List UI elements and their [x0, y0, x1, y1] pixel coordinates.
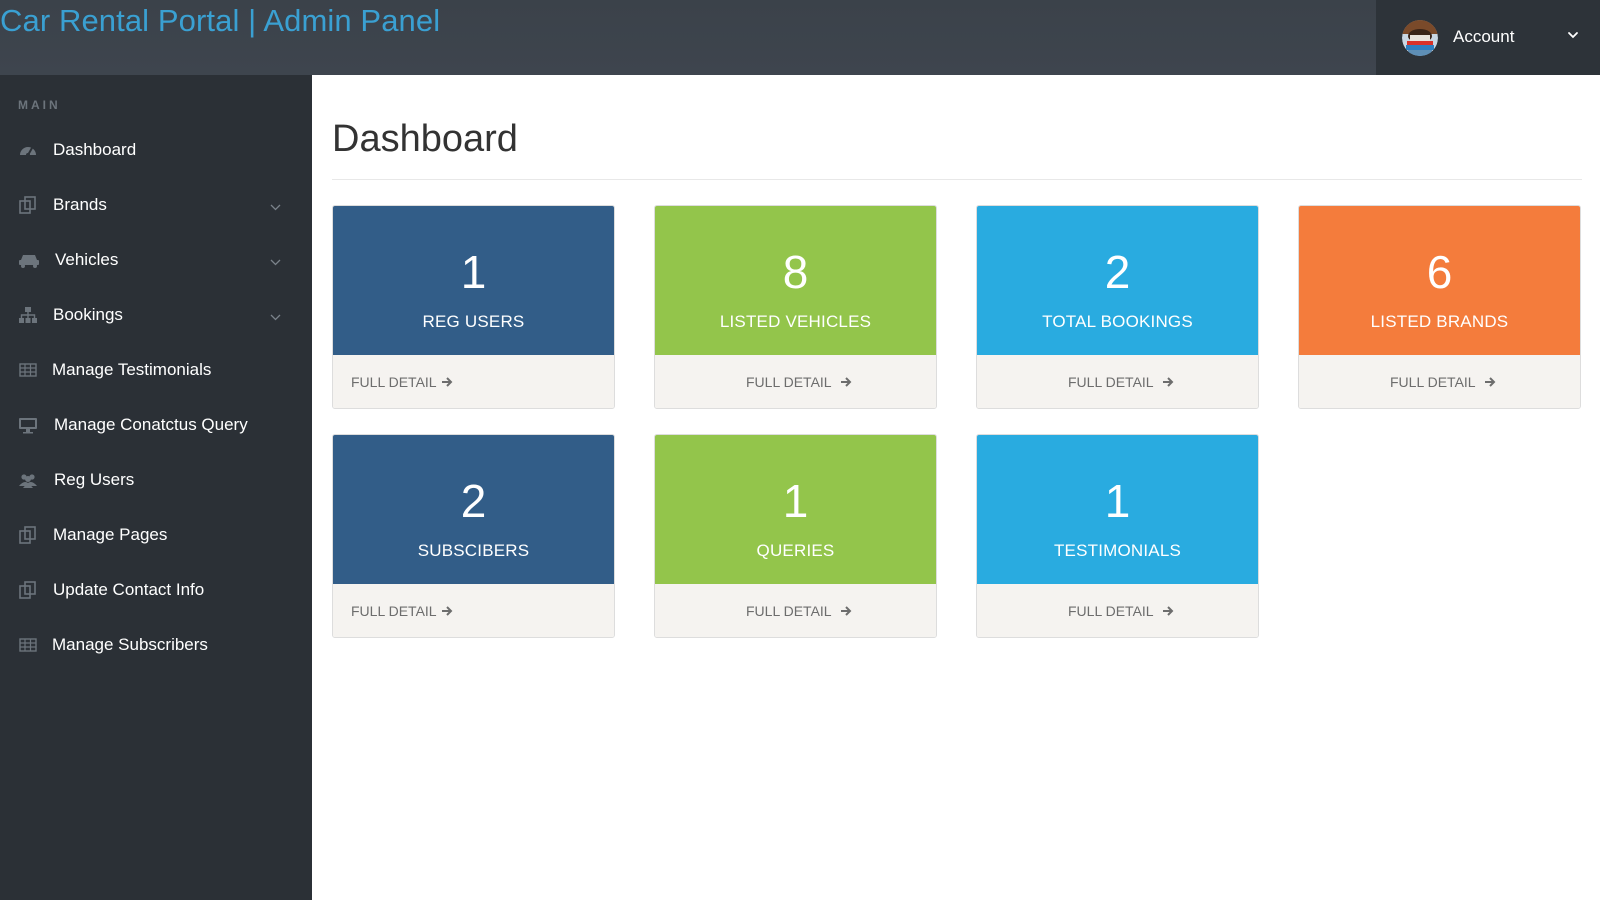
user-avatar: [1402, 20, 1438, 56]
stat-count: 2: [460, 475, 487, 527]
title-divider: [332, 179, 1582, 180]
sidebar-item-label: Vehicles: [55, 250, 119, 269]
sidebar-item-label: Dashboard: [53, 140, 137, 159]
sidebar-item-vehicles[interactable]: Vehicles: [0, 233, 312, 288]
sidebar-item-reg-users[interactable]: Reg Users: [0, 453, 312, 508]
arrow-right-icon: [441, 606, 453, 616]
full-detail-label: FULL DETAIL: [1068, 374, 1154, 390]
stat-count: 1: [782, 475, 809, 527]
full-detail-link[interactable]: FULL DETAIL: [655, 584, 936, 637]
users-icon: [18, 471, 38, 489]
sidebar-item-manage-contactus-query[interactable]: Manage Conatctus Query: [0, 398, 312, 453]
sidebar-item-label: Bookings: [53, 305, 123, 324]
stat-label: REG USERS: [422, 312, 525, 331]
sidebar-item-label: Manage Pages: [53, 525, 168, 544]
full-detail-label: FULL DETAIL: [351, 374, 437, 390]
sidebar-item-label: Brands: [53, 195, 107, 214]
sidebar-item-label: Manage Subscribers: [52, 635, 208, 654]
sidebar-heading: MAIN: [18, 98, 61, 112]
sidebar-item-manage-testimonials[interactable]: Manage Testimonials: [0, 343, 312, 398]
stat-card-total-bookings: 2 TOTAL BOOKINGS FULL DETAIL: [976, 205, 1259, 409]
stat-label: LISTED VEHICLES: [719, 312, 872, 331]
stat-card-subscribers: 2 SUBSCIBERS FULL DETAIL: [332, 434, 615, 638]
stat-count: 2: [1104, 246, 1131, 298]
stat-label: LISTED BRANDS: [1370, 312, 1509, 331]
chevron-down-icon: [270, 310, 281, 321]
full-detail-label: FULL DETAIL: [1390, 374, 1476, 390]
stat-card-body: 1 QUERIES: [655, 435, 936, 584]
stat-count: 1: [1104, 475, 1131, 527]
files-icon: [18, 196, 38, 214]
table-icon: [18, 636, 38, 654]
top-navbar: Car Rental Portal | Admin Panel Account: [0, 0, 1600, 75]
arrow-right-icon: [1162, 606, 1174, 616]
full-detail-link[interactable]: FULL DETAIL: [333, 355, 614, 408]
stat-card-body: 1 REG USERS: [333, 206, 614, 355]
stat-label: TESTIMONIALS: [1053, 541, 1182, 560]
sidebar-item-dashboard[interactable]: Dashboard: [0, 123, 312, 178]
stat-label: QUERIES: [756, 541, 835, 560]
dashboard-icon: [18, 141, 38, 159]
car-icon: [18, 251, 39, 269]
full-detail-label: FULL DETAIL: [746, 374, 832, 390]
sidebar-item-label: Manage Conatctus Query: [54, 415, 248, 434]
sidebar-menu: Dashboard Brands Vehicles Bookings Manag…: [0, 123, 312, 673]
sidebar-item-bookings[interactable]: Bookings: [0, 288, 312, 343]
chevron-down-icon: [270, 255, 281, 266]
full-detail-link[interactable]: FULL DETAIL: [1299, 355, 1580, 408]
full-detail-label: FULL DETAIL: [746, 603, 832, 619]
full-detail-label: FULL DETAIL: [1068, 603, 1154, 619]
files-icon: [18, 526, 38, 544]
full-detail-label: FULL DETAIL: [351, 603, 437, 619]
arrow-right-icon: [840, 606, 852, 616]
chevron-down-icon: [270, 200, 281, 211]
stat-count: 1: [460, 246, 487, 298]
arrow-right-icon: [1484, 377, 1496, 387]
stat-card-body: 6 LISTED BRANDS: [1299, 206, 1580, 355]
full-detail-link[interactable]: FULL DETAIL: [333, 584, 614, 637]
brand-title-link[interactable]: Car Rental Portal | Admin Panel: [0, 3, 440, 39]
account-dropdown[interactable]: Account: [1376, 0, 1600, 75]
main-content: Dashboard 1 REG USERS FULL DETAIL 8 LIST…: [312, 75, 1600, 900]
sidebar-item-update-contact-info[interactable]: Update Contact Info: [0, 563, 312, 618]
full-detail-link[interactable]: FULL DETAIL: [977, 355, 1258, 408]
sidebar-item-label: Update Contact Info: [53, 580, 205, 599]
chevron-down-icon: [1566, 28, 1580, 42]
stat-card-body: 8 LISTED VEHICLES: [655, 206, 936, 355]
stat-card-testimonials: 1 TESTIMONIALS FULL DETAIL: [976, 434, 1259, 638]
stat-count: 6: [1426, 246, 1453, 298]
sidebar-item-label: Reg Users: [54, 470, 135, 489]
stat-label: TOTAL BOOKINGS: [1042, 312, 1193, 331]
stat-card-listed-brands: 6 LISTED BRANDS FULL DETAIL: [1298, 205, 1581, 409]
stat-card-listed-vehicles: 8 LISTED VEHICLES FULL DETAIL: [654, 205, 937, 409]
stat-card-body: 2 TOTAL BOOKINGS: [977, 206, 1258, 355]
sidebar: MAIN Dashboard Brands Vehicles Bookings …: [0, 75, 312, 900]
full-detail-link[interactable]: FULL DETAIL: [977, 584, 1258, 637]
sitemap-icon: [18, 306, 38, 324]
sidebar-item-manage-pages[interactable]: Manage Pages: [0, 508, 312, 563]
stat-label: SUBSCIBERS: [417, 541, 530, 560]
stat-card-reg-users: 1 REG USERS FULL DETAIL: [332, 205, 615, 409]
files-icon: [18, 581, 38, 599]
stat-card-body: 1 TESTIMONIALS: [977, 435, 1258, 584]
sidebar-item-label: Manage Testimonials: [52, 360, 212, 379]
page-title: Dashboard: [332, 118, 518, 160]
arrow-right-icon: [1162, 377, 1174, 387]
desktop-icon: [18, 416, 38, 434]
sidebar-item-manage-subscribers[interactable]: Manage Subscribers: [0, 618, 312, 673]
stat-count: 8: [782, 246, 809, 298]
stat-card-body: 2 SUBSCIBERS: [333, 435, 614, 584]
full-detail-link[interactable]: FULL DETAIL: [655, 355, 936, 408]
table-icon: [18, 361, 38, 379]
arrow-right-icon: [840, 377, 852, 387]
account-label: Account: [1453, 27, 1515, 46]
sidebar-item-brands[interactable]: Brands: [0, 178, 312, 233]
arrow-right-icon: [441, 377, 453, 387]
stat-card-queries: 1 QUERIES FULL DETAIL: [654, 434, 937, 638]
